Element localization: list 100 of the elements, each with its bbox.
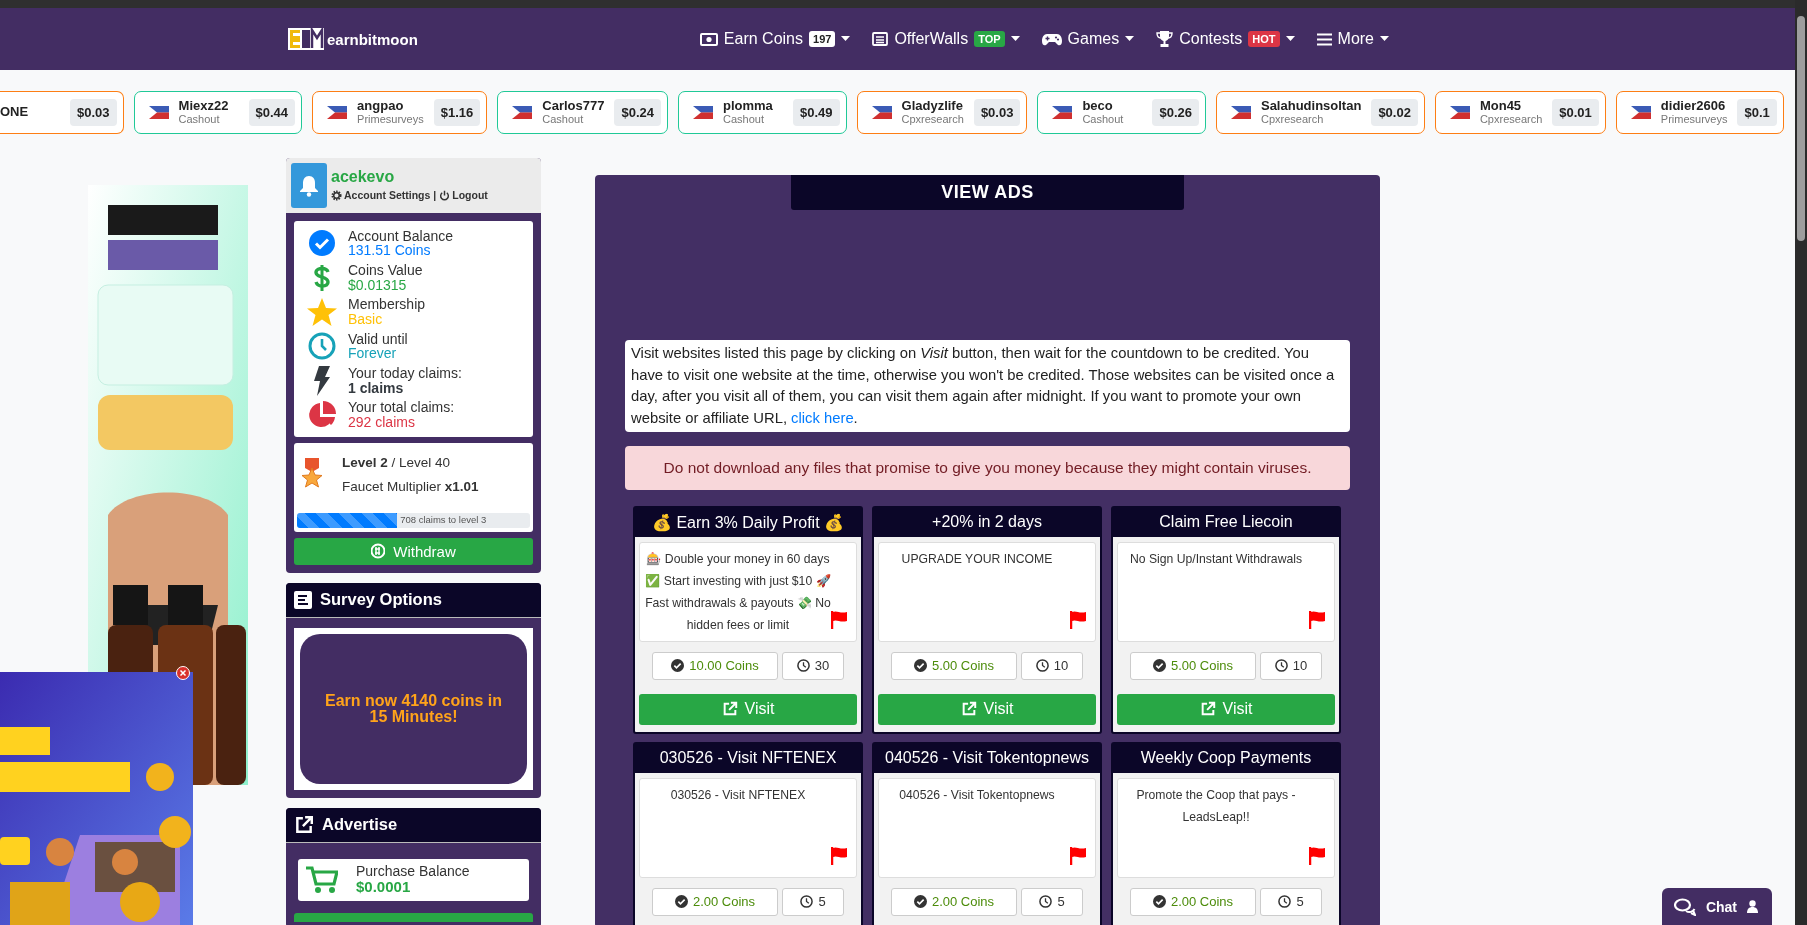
money-icon <box>699 32 718 46</box>
nav-menu-item[interactable]: Games <box>1041 30 1135 48</box>
warning-alert: Do not download any files that promise to give you money because they might contain viruses. <box>625 445 1350 490</box>
username: didier2606 <box>1660 98 1727 114</box>
reward-amount: 2.00 Coins <box>931 894 995 910</box>
report-button[interactable] <box>1309 846 1326 865</box>
caret-icon <box>1010 36 1020 42</box>
card-title: 040526 - Visit Tokentopnews <box>874 743 1100 773</box>
payout-amount: $0.24 <box>614 98 661 126</box>
payout-source: Cpxresearch <box>1479 113 1543 126</box>
flag-icon <box>1449 105 1470 119</box>
account-settings-link[interactable]: Account Settings <box>331 189 431 201</box>
payout-amount: $1.16 <box>433 98 481 126</box>
medal-icon <box>300 458 324 489</box>
payout-source: Cashout <box>178 113 221 126</box>
coin-icon <box>371 543 386 560</box>
panel-title: Survey Options <box>320 590 442 610</box>
flag-icon <box>1230 105 1251 119</box>
check-circle-icon <box>674 895 688 909</box>
external-link-icon <box>294 814 314 835</box>
timer-seconds: 5 <box>1057 894 1065 910</box>
timer-seconds: 5 <box>818 894 826 910</box>
check-circle-icon <box>309 230 335 257</box>
flag-icon <box>148 105 169 119</box>
username: acekevo <box>331 168 396 186</box>
reward-amount: 5.00 Coins <box>1170 658 1234 674</box>
external-link-icon <box>1199 701 1216 718</box>
payout-amount: $0.03 <box>70 98 117 126</box>
clock-icon <box>1274 659 1288 673</box>
report-button[interactable] <box>1070 846 1087 865</box>
card-title: 030526 - Visit NFTENEX <box>635 743 861 773</box>
click-here-link[interactable]: click here <box>791 410 854 427</box>
timer-seconds: 30 <box>814 658 830 674</box>
multiplier-text: Faucet Multiplier x1.01 <box>342 477 479 496</box>
site-logo[interactable]: earnbitmoon <box>288 28 418 50</box>
timer-seconds: 10 <box>1053 658 1069 674</box>
chat-button[interactable]: Chat <box>1661 888 1772 925</box>
check-circle-icon <box>913 659 927 673</box>
stat-value: $0.01315 <box>348 277 408 293</box>
nav-menu-item[interactable]: More <box>1316 30 1389 48</box>
nav-menu-item[interactable]: Earn Coins 197 <box>699 30 851 48</box>
list-icon <box>294 590 312 609</box>
username: Miexz22 <box>178 98 230 114</box>
report-button[interactable] <box>831 846 848 865</box>
ad-description: Promote the Coop that pays - LeadsLeap!! <box>1135 786 1297 826</box>
stat-label: Membership <box>348 296 426 313</box>
nav-badge: 197 <box>809 31 836 47</box>
stat-value: $0.0001 <box>356 879 412 895</box>
ad-description: 🎰 Double your money in 60 days ✅ Start investing with just $10 🚀 Fast withdrawals & payouts 💸 No hidden fees or limit <box>644 550 832 634</box>
external-link-icon <box>960 701 977 718</box>
flag-icon <box>1309 846 1326 865</box>
scrollbar-thumb[interactable] <box>1797 16 1805 241</box>
payout-amount: $0.49 <box>792 98 840 126</box>
stat-label: Purchase Balance <box>356 863 470 880</box>
clock-icon <box>1039 895 1053 909</box>
timer-seconds: 10 <box>1292 658 1308 674</box>
payout-source: Cpxresearch <box>1260 113 1325 126</box>
payout-source: Cashout <box>542 113 585 126</box>
logo-icon <box>288 28 324 50</box>
settings-icon <box>331 189 342 201</box>
clock-icon <box>1278 895 1292 909</box>
nav-badge: HOT <box>1248 31 1280 47</box>
logout-link[interactable]: Logout <box>439 189 488 201</box>
ad-description: No Sign Up/Instant Withdrawals <box>1128 550 1304 568</box>
username: plomma <box>722 98 774 114</box>
payout-source: Cpxresearch <box>901 113 964 126</box>
stat-value: 292 claims <box>348 415 416 430</box>
payout-amount: $0.26 <box>1152 98 1199 126</box>
nav-menu-item[interactable]: Contests HOT <box>1156 30 1295 48</box>
stat-value: Forever <box>348 346 398 362</box>
stat-label: Your today claims: <box>348 365 462 382</box>
payout-source: Primesurveys <box>1660 113 1728 126</box>
notification-button[interactable] <box>291 163 327 208</box>
check-circle-icon <box>1152 659 1166 673</box>
gamepad-icon <box>1041 32 1062 46</box>
cart-icon <box>306 865 338 894</box>
flag-icon <box>871 105 892 119</box>
payout-amount: $0.01 <box>1552 98 1599 126</box>
stat-value: 131.51 Coins <box>348 243 432 258</box>
report-button[interactable] <box>831 610 848 629</box>
report-button[interactable] <box>1070 610 1087 629</box>
stat-label: Valid until <box>348 330 408 347</box>
report-button[interactable] <box>1309 610 1326 629</box>
action-button[interactable] <box>294 912 533 922</box>
nav-badge: TOP <box>974 31 1005 47</box>
power-icon <box>439 189 451 201</box>
username: beco <box>1082 98 1114 114</box>
reward-amount: 2.00 Coins <box>692 894 756 910</box>
clock-icon <box>308 332 336 361</box>
card-title: Weekly Coop Payments <box>1113 743 1339 773</box>
stat-label: Account Balance <box>348 227 454 244</box>
username: Mon45 <box>1479 98 1523 114</box>
check-circle-icon <box>671 659 685 673</box>
timer-seconds: 5 <box>1296 894 1304 910</box>
flag-icon <box>692 105 713 119</box>
flag-icon <box>512 105 533 119</box>
menu-icon <box>1316 32 1332 46</box>
nav-menu-item[interactable]: OfferWalls TOP <box>872 30 1020 48</box>
caret-icon <box>1125 36 1135 42</box>
promo-banner[interactable]: Earn now 4140 coins in 15 Minutes! <box>300 633 527 784</box>
